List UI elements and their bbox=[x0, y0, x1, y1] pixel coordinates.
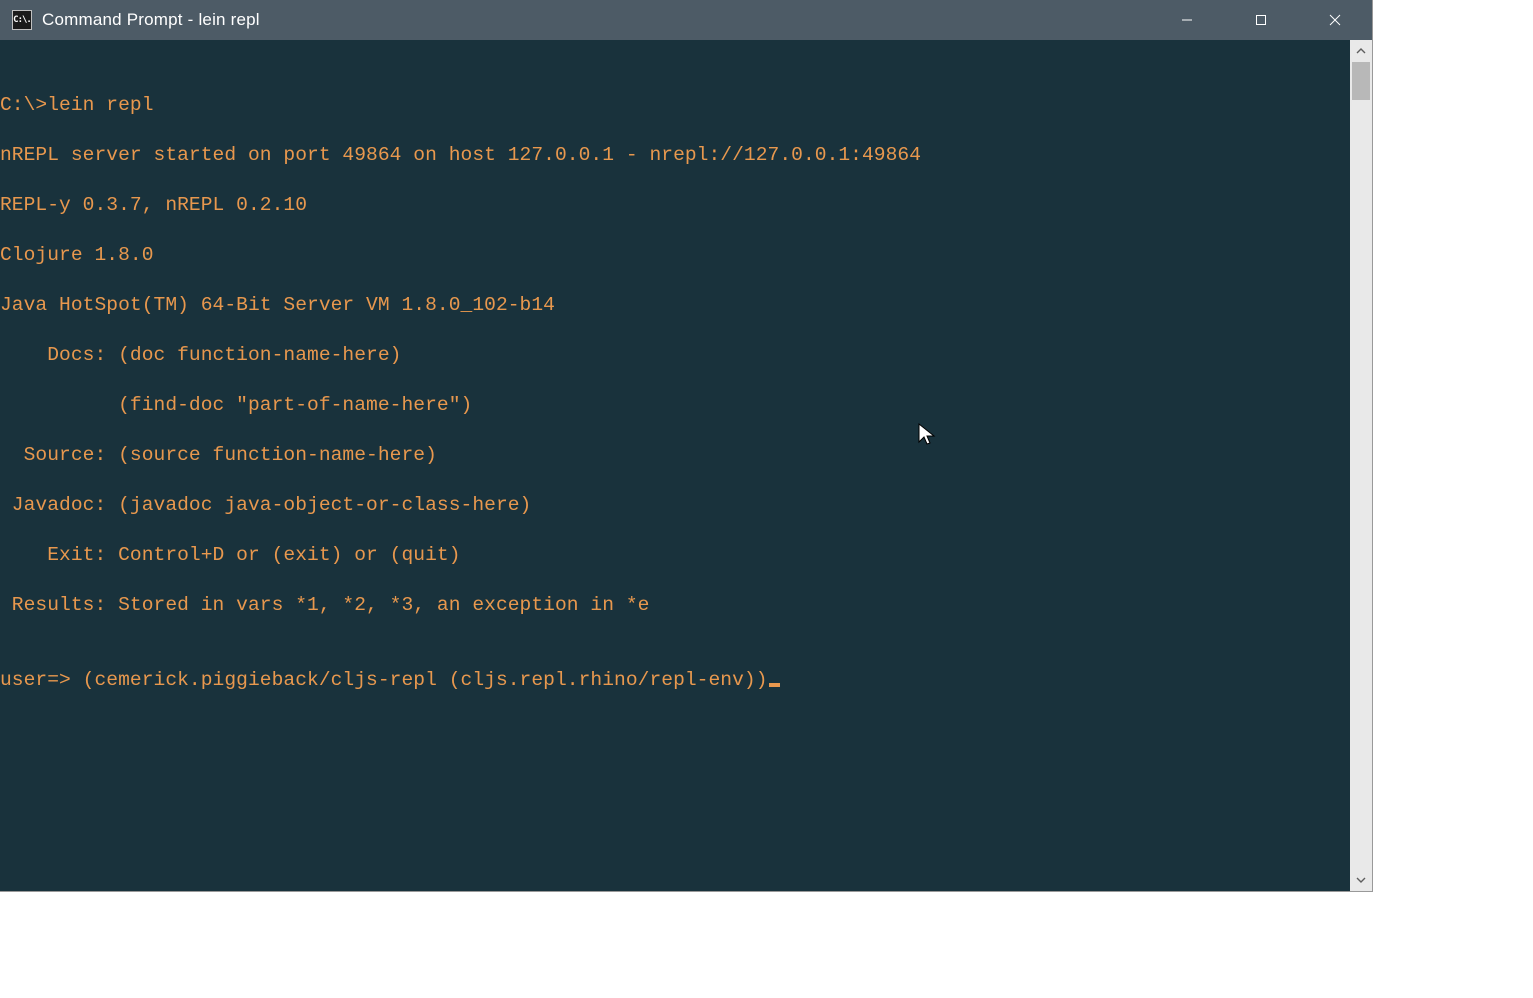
terminal-line: Clojure 1.8.0 bbox=[0, 243, 1350, 268]
terminal-line: Exit: Control+D or (exit) or (quit) bbox=[0, 543, 1350, 568]
close-button[interactable] bbox=[1298, 0, 1372, 40]
chevron-down-icon bbox=[1356, 875, 1366, 885]
cmd-app-icon: C:\. bbox=[12, 10, 32, 30]
window-title: Command Prompt - lein repl bbox=[42, 10, 260, 30]
maximize-button[interactable] bbox=[1224, 0, 1298, 40]
terminal-line: REPL-y 0.3.7, nREPL 0.2.10 bbox=[0, 193, 1350, 218]
terminal-line: Docs: (doc function-name-here) bbox=[0, 343, 1350, 368]
client-area: C:\>lein repl nREPL server started on po… bbox=[0, 40, 1372, 891]
terminal-output[interactable]: C:\>lein repl nREPL server started on po… bbox=[0, 40, 1350, 891]
minimize-button[interactable] bbox=[1150, 0, 1224, 40]
command-prompt-window: C:\. Command Prompt - lein repl C:\>lein… bbox=[0, 0, 1372, 891]
chevron-up-icon bbox=[1356, 46, 1366, 56]
scrollbar-up-button[interactable] bbox=[1350, 40, 1372, 62]
text-cursor bbox=[769, 683, 780, 687]
terminal-line: Results: Stored in vars *1, *2, *3, an e… bbox=[0, 593, 1350, 618]
scrollbar-track[interactable] bbox=[1350, 62, 1372, 869]
terminal-line: Javadoc: (javadoc java-object-or-class-h… bbox=[0, 493, 1350, 518]
terminal-line: (find-doc "part-of-name-here") bbox=[0, 393, 1350, 418]
terminal-prompt-line[interactable]: user=> (cemerick.piggieback/cljs-repl (c… bbox=[0, 668, 1350, 693]
scrollbar-thumb[interactable] bbox=[1352, 62, 1370, 100]
titlebar[interactable]: C:\. Command Prompt - lein repl bbox=[0, 0, 1372, 40]
terminal-line: nREPL server started on port 49864 on ho… bbox=[0, 143, 1350, 168]
scrollbar-down-button[interactable] bbox=[1350, 869, 1372, 891]
terminal-line: Java HotSpot(TM) 64-Bit Server VM 1.8.0_… bbox=[0, 293, 1350, 318]
terminal-line: C:\>lein repl bbox=[0, 93, 1350, 118]
minimize-icon bbox=[1181, 14, 1193, 26]
vertical-scrollbar[interactable] bbox=[1350, 40, 1372, 891]
close-icon bbox=[1329, 14, 1341, 26]
terminal-prompt-text: user=> (cemerick.piggieback/cljs-repl (c… bbox=[0, 669, 768, 691]
maximize-icon bbox=[1255, 14, 1267, 26]
terminal-line: Source: (source function-name-here) bbox=[0, 443, 1350, 468]
